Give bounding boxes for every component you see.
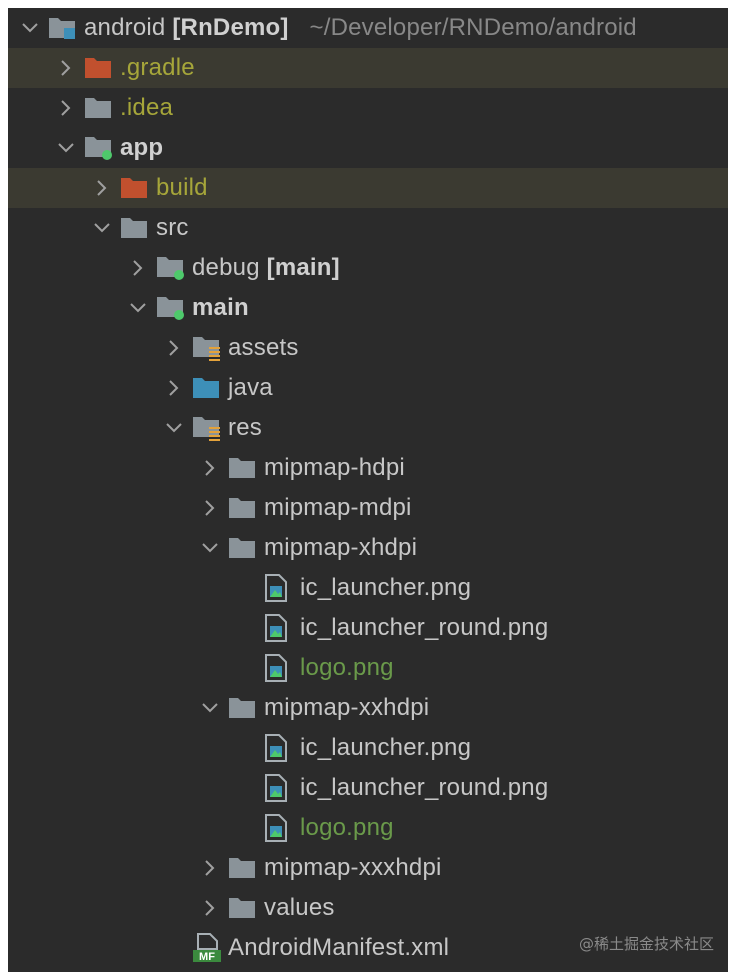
tree-row-build[interactable]: build <box>8 168 728 208</box>
tree-row-mipmap-xxhdpi[interactable]: mipmap-xxhdpi <box>8 688 728 728</box>
tree-label-file: ic_launcher.png <box>300 734 472 761</box>
tree-label-mipmap-xhdpi: mipmap-xhdpi <box>264 534 418 561</box>
tree-row-mipmap-xhdpi[interactable]: mipmap-xhdpi <box>8 528 728 568</box>
folder-icon <box>84 88 120 128</box>
chevron-right-icon[interactable] <box>156 368 192 408</box>
excluded-folder-icon <box>84 48 120 88</box>
tree-label-assets: assets <box>228 334 299 361</box>
project-tool-window: android [RnDemo] ~/Developer/RNDemo/andr… <box>8 8 728 972</box>
chevron-down-icon[interactable] <box>84 208 120 248</box>
chevron-down-icon[interactable] <box>192 688 228 728</box>
tree-label-mipmap-xxxhdpi: mipmap-xxxhdpi <box>264 854 442 881</box>
resources-folder-icon <box>192 408 228 448</box>
tree-label-build: build <box>156 174 208 201</box>
tree-label-values: values <box>264 894 335 921</box>
tree-label-mipmap-mdpi: mipmap-mdpi <box>264 494 412 521</box>
tree-label-src: src <box>156 214 189 241</box>
tree-label-debug: debug <box>192 254 260 281</box>
tree-row-mipmap-hdpi[interactable]: mipmap-hdpi <box>8 448 728 488</box>
chevron-right-icon[interactable] <box>120 248 156 288</box>
source-set-folder-icon <box>156 248 192 288</box>
source-folder-icon <box>192 368 228 408</box>
tree-row-file[interactable]: logo.png <box>8 648 728 688</box>
source-set-folder-icon <box>156 288 192 328</box>
folder-icon <box>228 848 264 888</box>
root-module: [RnDemo] <box>172 14 289 41</box>
tree-label-gradle: .gradle <box>120 54 195 81</box>
tree-label-idea: .idea <box>120 94 174 121</box>
chevron-down-icon[interactable] <box>120 288 156 328</box>
folder-icon <box>228 528 264 568</box>
tree-row-res[interactable]: res <box>8 408 728 448</box>
root-path: ~/Developer/RNDemo/android <box>309 14 637 41</box>
image-file-icon <box>264 648 300 688</box>
chevron-down-icon[interactable] <box>48 128 84 168</box>
folder-icon <box>228 448 264 488</box>
resources-folder-icon <box>192 328 228 368</box>
tree-row-mipmap-xxxhdpi[interactable]: mipmap-xxxhdpi <box>8 848 728 888</box>
root-name: android <box>84 14 166 41</box>
tree-row-file[interactable]: ic_launcher.png <box>8 568 728 608</box>
manifest-file-icon: MF <box>192 928 228 968</box>
tree-label-file: ic_launcher.png <box>300 574 472 601</box>
image-file-icon <box>264 768 300 808</box>
module-folder-icon <box>48 8 84 48</box>
chevron-right-icon[interactable] <box>192 488 228 528</box>
project-tree: android [RnDemo] ~/Developer/RNDemo/andr… <box>8 8 728 968</box>
chevron-right-icon[interactable] <box>48 88 84 128</box>
tree-label-mipmap-xxhdpi: mipmap-xxhdpi <box>264 694 430 721</box>
image-file-icon <box>264 568 300 608</box>
tree-row-file[interactable]: ic_launcher_round.png <box>8 608 728 648</box>
tree-label-file: logo.png <box>300 654 394 681</box>
tree-label-file: ic_launcher_round.png <box>300 774 549 801</box>
tree-row-gradle[interactable]: .gradle <box>8 48 728 88</box>
chevron-right-icon[interactable] <box>192 848 228 888</box>
chevron-down-icon[interactable] <box>192 528 228 568</box>
excluded-folder-icon <box>120 168 156 208</box>
folder-icon <box>228 488 264 528</box>
tree-label-java: java <box>228 374 273 401</box>
tree-label-main: main <box>192 294 249 321</box>
chevron-right-icon[interactable] <box>84 168 120 208</box>
tree-row-android[interactable]: android [RnDemo] ~/Developer/RNDemo/andr… <box>8 8 728 48</box>
chevron-right-icon[interactable] <box>48 48 84 88</box>
tree-label-file: ic_launcher_round.png <box>300 614 549 641</box>
tree-row-src[interactable]: src <box>8 208 728 248</box>
image-file-icon <box>264 608 300 648</box>
image-file-icon <box>264 808 300 848</box>
tree-row-java[interactable]: java <box>8 368 728 408</box>
watermark: @稀土掘金技术社区 <box>578 935 714 953</box>
tree-row-file[interactable]: logo.png <box>8 808 728 848</box>
image-file-icon <box>264 728 300 768</box>
chevron-right-icon[interactable] <box>192 888 228 928</box>
tree-row-assets[interactable]: assets <box>8 328 728 368</box>
manifest-badge: MF <box>199 951 215 963</box>
module-folder-icon <box>84 128 120 168</box>
tree-label-file: logo.png <box>300 814 394 841</box>
chevron-right-icon[interactable] <box>192 448 228 488</box>
chevron-down-icon[interactable] <box>12 8 48 48</box>
tree-row-mipmap-mdpi[interactable]: mipmap-mdpi <box>8 488 728 528</box>
folder-icon <box>228 688 264 728</box>
folder-icon <box>120 208 156 248</box>
tree-row-debug[interactable]: debug [main] <box>8 248 728 288</box>
chevron-down-icon[interactable] <box>156 408 192 448</box>
tree-label-res: res <box>228 414 262 441</box>
tree-label-debug-tag: [main] <box>266 254 340 281</box>
folder-icon <box>228 888 264 928</box>
chevron-right-icon[interactable] <box>156 328 192 368</box>
tree-row-app[interactable]: app <box>8 128 728 168</box>
tree-row-values[interactable]: values <box>8 888 728 928</box>
tree-row-idea[interactable]: .idea <box>8 88 728 128</box>
tree-label-mipmap-hdpi: mipmap-hdpi <box>264 454 405 481</box>
tree-label-app: app <box>120 134 164 161</box>
tree-row-main[interactable]: main <box>8 288 728 328</box>
tree-label-manifest: AndroidManifest.xml <box>228 934 450 961</box>
tree-row-file[interactable]: ic_launcher_round.png <box>8 768 728 808</box>
tree-row-file[interactable]: ic_launcher.png <box>8 728 728 768</box>
